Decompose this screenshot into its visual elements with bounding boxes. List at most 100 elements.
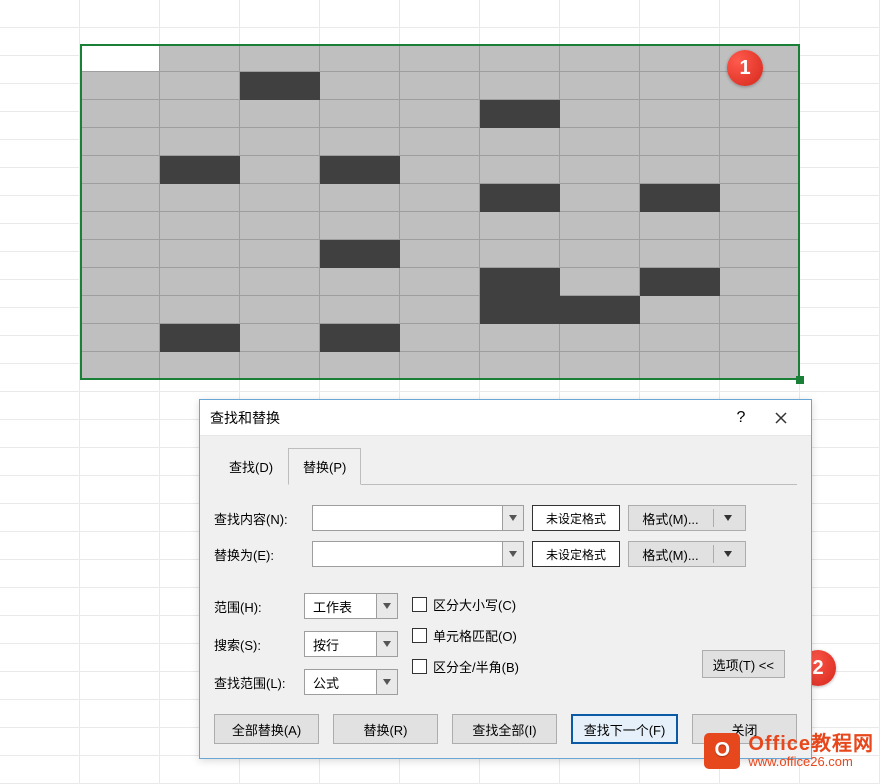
cell[interactable] [0,56,80,84]
cell[interactable] [0,420,80,448]
cell[interactable] [0,168,80,196]
cell[interactable] [160,0,240,28]
cell[interactable] [720,0,800,28]
match-width-checkbox[interactable]: 区分全/半角(B) [412,657,519,676]
cell[interactable] [800,700,880,728]
cell[interactable] [320,0,400,28]
cell[interactable] [0,476,80,504]
chevron-down-icon[interactable] [376,593,398,619]
cell[interactable] [80,0,160,28]
cell[interactable] [80,644,160,672]
cell[interactable] [0,644,80,672]
cell[interactable] [800,392,880,420]
find-format-button[interactable]: 格式(M)... [628,505,746,531]
cell[interactable] [800,224,880,252]
cell[interactable] [80,728,160,756]
fill-handle[interactable] [796,376,804,384]
options-toggle-button[interactable]: 选项(T) << [702,650,785,678]
cell[interactable] [80,616,160,644]
cell[interactable] [0,504,80,532]
match-case-checkbox[interactable]: 区分大小写(C) [412,595,519,614]
cell[interactable] [0,588,80,616]
cell[interactable] [800,140,880,168]
close-icon[interactable] [761,404,801,432]
cell[interactable] [0,532,80,560]
cell[interactable] [80,672,160,700]
cell[interactable] [800,588,880,616]
cell[interactable] [0,560,80,588]
cell[interactable] [800,616,880,644]
find-next-button[interactable]: 查找下一个(F) [571,714,678,744]
cell[interactable] [800,168,880,196]
cell[interactable] [800,280,880,308]
cell[interactable] [0,0,80,28]
cell[interactable] [0,112,80,140]
cell[interactable] [80,532,160,560]
cell[interactable] [480,756,560,784]
cell[interactable] [800,364,880,392]
cell[interactable] [0,448,80,476]
chevron-down-icon[interactable] [376,631,398,657]
cell[interactable] [800,196,880,224]
cell[interactable] [0,700,80,728]
cell[interactable] [800,0,880,28]
cell[interactable] [640,0,720,28]
cell[interactable] [0,756,80,784]
cell[interactable] [80,420,160,448]
cell[interactable] [800,420,880,448]
scope-select[interactable]: 工作表 [304,593,398,619]
cell[interactable] [80,476,160,504]
cell[interactable] [0,392,80,420]
cell[interactable] [800,308,880,336]
cell[interactable] [0,364,80,392]
replace-all-button[interactable]: 全部替换(A) [214,714,319,744]
cell[interactable] [160,756,240,784]
cell[interactable] [800,560,880,588]
chevron-down-icon[interactable] [502,541,524,567]
cell[interactable] [0,224,80,252]
cell[interactable] [80,588,160,616]
cell[interactable] [0,196,80,224]
cell[interactable] [800,504,880,532]
find-all-button[interactable]: 查找全部(I) [452,714,557,744]
tab-find[interactable]: 查找(D) [214,448,288,485]
cell[interactable] [0,252,80,280]
replace-format-button[interactable]: 格式(M)... [628,541,746,567]
cell[interactable] [400,756,480,784]
cell[interactable] [80,700,160,728]
cell[interactable] [480,0,560,28]
replace-button[interactable]: 替换(R) [333,714,438,744]
cell[interactable] [0,672,80,700]
cell[interactable] [0,616,80,644]
search-select[interactable]: 按行 [304,631,398,657]
cell[interactable] [240,0,320,28]
cell[interactable] [800,56,880,84]
find-input[interactable] [312,505,502,531]
dialog-titlebar[interactable]: 查找和替换 ? [200,400,811,436]
cell[interactable] [400,0,480,28]
cell[interactable] [0,336,80,364]
cell[interactable] [80,448,160,476]
cell[interactable] [800,84,880,112]
cell[interactable] [560,0,640,28]
match-whole-checkbox[interactable]: 单元格匹配(O) [412,626,519,645]
cell[interactable] [800,448,880,476]
tab-replace[interactable]: 替换(P) [288,448,361,485]
cell[interactable] [0,308,80,336]
chevron-down-icon[interactable] [502,505,524,531]
cell[interactable] [800,336,880,364]
cell[interactable] [80,504,160,532]
cell[interactable] [0,28,80,56]
cell[interactable] [0,280,80,308]
cell[interactable] [320,756,400,784]
cell[interactable] [0,140,80,168]
help-button[interactable]: ? [721,404,761,432]
cell[interactable] [800,112,880,140]
cell[interactable] [560,756,640,784]
replace-input[interactable] [312,541,502,567]
cell[interactable] [800,252,880,280]
cell[interactable] [80,756,160,784]
cell[interactable] [80,392,160,420]
cell[interactable] [800,28,880,56]
cell[interactable] [80,560,160,588]
